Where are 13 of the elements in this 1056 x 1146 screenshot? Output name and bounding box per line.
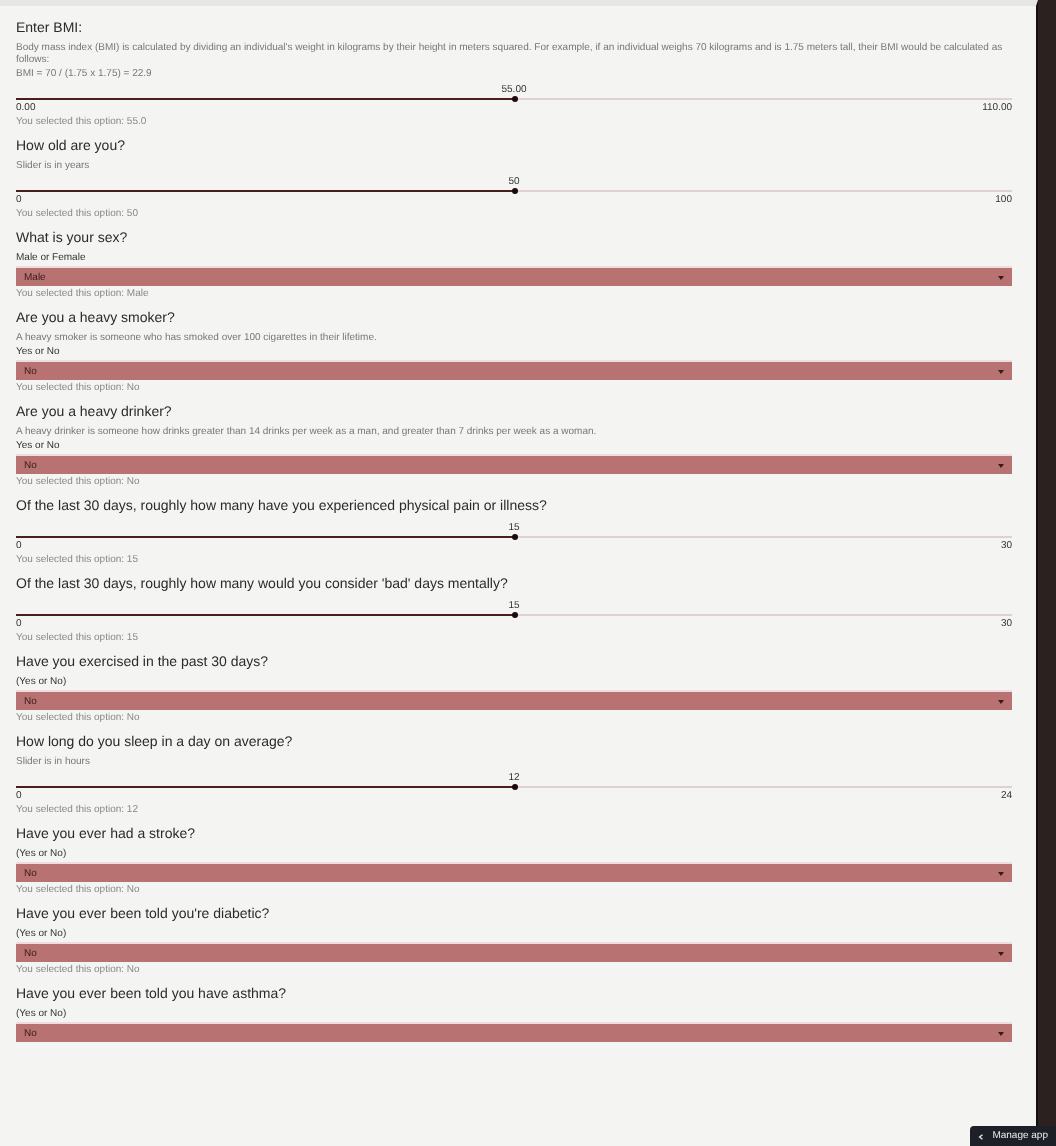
caret-icon [998, 463, 1004, 467]
slider-thumb[interactable] [511, 612, 517, 618]
caret-icon [998, 699, 1004, 703]
slider-thumb[interactable] [511, 188, 517, 194]
chevron-icon [978, 1133, 985, 1139]
caret-icon [998, 871, 1004, 875]
slider-thumb[interactable] [511, 784, 517, 790]
caret-icon [998, 951, 1004, 955]
caret-icon [998, 1031, 1004, 1035]
slider-thumb[interactable] [511, 96, 517, 102]
caret-icon [998, 369, 1004, 373]
slider-thumb[interactable] [511, 534, 517, 540]
caret-icon [998, 275, 1004, 279]
